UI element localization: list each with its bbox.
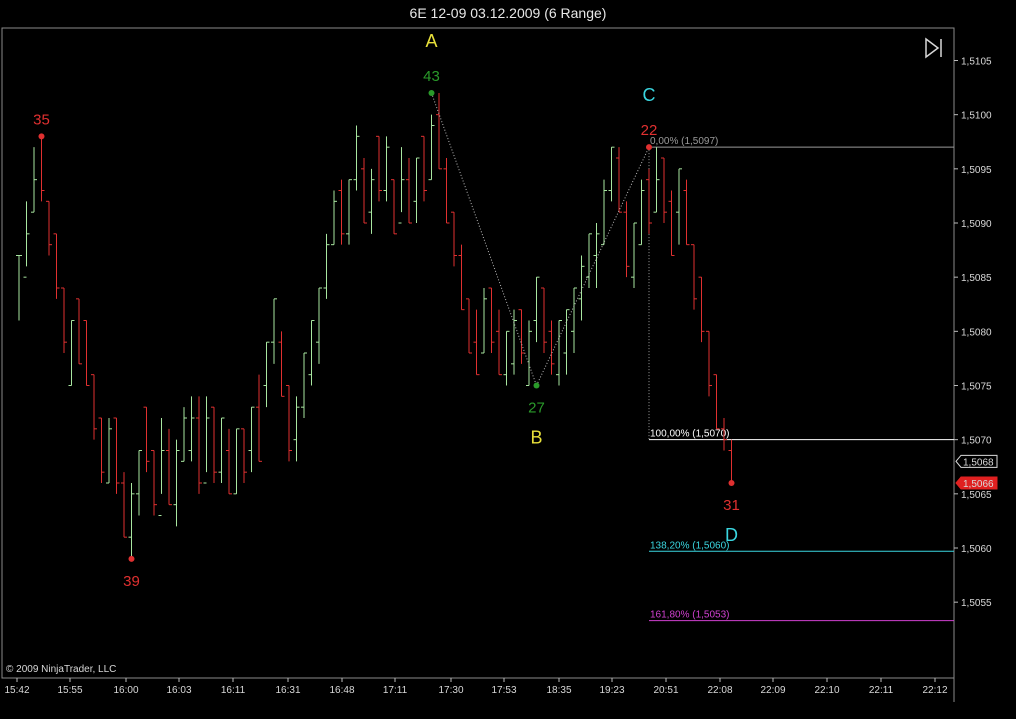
fib-level-label: 100,00% (1,5070) bbox=[650, 429, 730, 440]
x-tick-label: 15:42 bbox=[4, 685, 29, 696]
swing-point-dot bbox=[38, 133, 45, 140]
x-tick-label: 17:30 bbox=[438, 685, 463, 696]
x-tick-label: 22:12 bbox=[922, 685, 947, 696]
y-tick-label: 1,5100 bbox=[961, 111, 992, 122]
x-tick-label: 16:00 bbox=[113, 685, 138, 696]
pattern-point-label: A bbox=[425, 31, 437, 51]
y-tick-label: 1,5090 bbox=[961, 219, 992, 230]
y-tick-label: 1,5070 bbox=[961, 436, 992, 447]
swing-count-label: 31 bbox=[723, 497, 740, 514]
swing-count-label: 35 bbox=[33, 111, 50, 128]
x-tick-label: 16:03 bbox=[166, 685, 191, 696]
y-tick-label: 1,5060 bbox=[961, 544, 992, 555]
x-tick-label: 17:53 bbox=[491, 685, 516, 696]
x-tick-label: 15:55 bbox=[57, 685, 82, 696]
plot-area bbox=[1, 27, 955, 679]
swing-point-dot bbox=[428, 90, 435, 96]
swing-count-label: 43 bbox=[423, 68, 440, 85]
x-tick-label: 22:08 bbox=[707, 685, 732, 696]
x-tick-label: 16:31 bbox=[275, 685, 300, 696]
pattern-point-label: D bbox=[725, 525, 738, 545]
x-tick-label: 22:10 bbox=[814, 685, 839, 696]
swing-point-dot bbox=[646, 144, 652, 151]
price-marker-label: 1,5066 bbox=[963, 479, 994, 490]
swing-point-dot bbox=[728, 480, 735, 486]
copyright-text: © 2009 NinjaTrader, LLC bbox=[6, 664, 116, 675]
x-tick-label: 19:23 bbox=[599, 685, 624, 696]
y-tick-label: 1,5105 bbox=[961, 57, 992, 68]
swing-count-label: 27 bbox=[528, 400, 545, 417]
price-chart[interactable]: 1,5105 1,5100 1,5095 1,5090 1,5085 1,5080 1,50… bbox=[0, 0, 1016, 719]
x-tick-label: 17:11 bbox=[383, 685, 408, 696]
y-tick-label: 1,5055 bbox=[961, 598, 992, 609]
y-tick-label: 1,5085 bbox=[961, 273, 992, 284]
y-tick-label: 1,5065 bbox=[961, 490, 992, 501]
x-tick-label: 20:51 bbox=[653, 685, 678, 696]
swing-count-label: 22 bbox=[641, 122, 658, 139]
y-tick-label: 1,5080 bbox=[961, 327, 992, 338]
x-tick-label: 22:09 bbox=[760, 685, 785, 696]
fib-level-label: 161,80% (1,5053) bbox=[650, 610, 730, 621]
y-tick-label: 1,5075 bbox=[961, 382, 992, 393]
x-tick-label: 16:48 bbox=[329, 685, 354, 696]
price-marker-label: 1,5068 bbox=[963, 457, 994, 468]
x-tick-label: 22:11 bbox=[869, 685, 894, 696]
y-tick-label: 1,5095 bbox=[961, 165, 992, 176]
fib-level-label: 0,00% (1,5097) bbox=[650, 136, 718, 147]
pattern-point-label: B bbox=[530, 428, 542, 448]
swing-point-dot bbox=[533, 382, 540, 389]
fib-level-label: 138,20% (1,5060) bbox=[650, 540, 730, 551]
swing-point-dot bbox=[128, 555, 135, 562]
swing-count-label: 39 bbox=[123, 573, 140, 590]
pattern-point-label: C bbox=[643, 85, 656, 105]
x-tick-label: 16:11 bbox=[221, 685, 246, 696]
x-tick-label: 18:35 bbox=[546, 685, 571, 696]
